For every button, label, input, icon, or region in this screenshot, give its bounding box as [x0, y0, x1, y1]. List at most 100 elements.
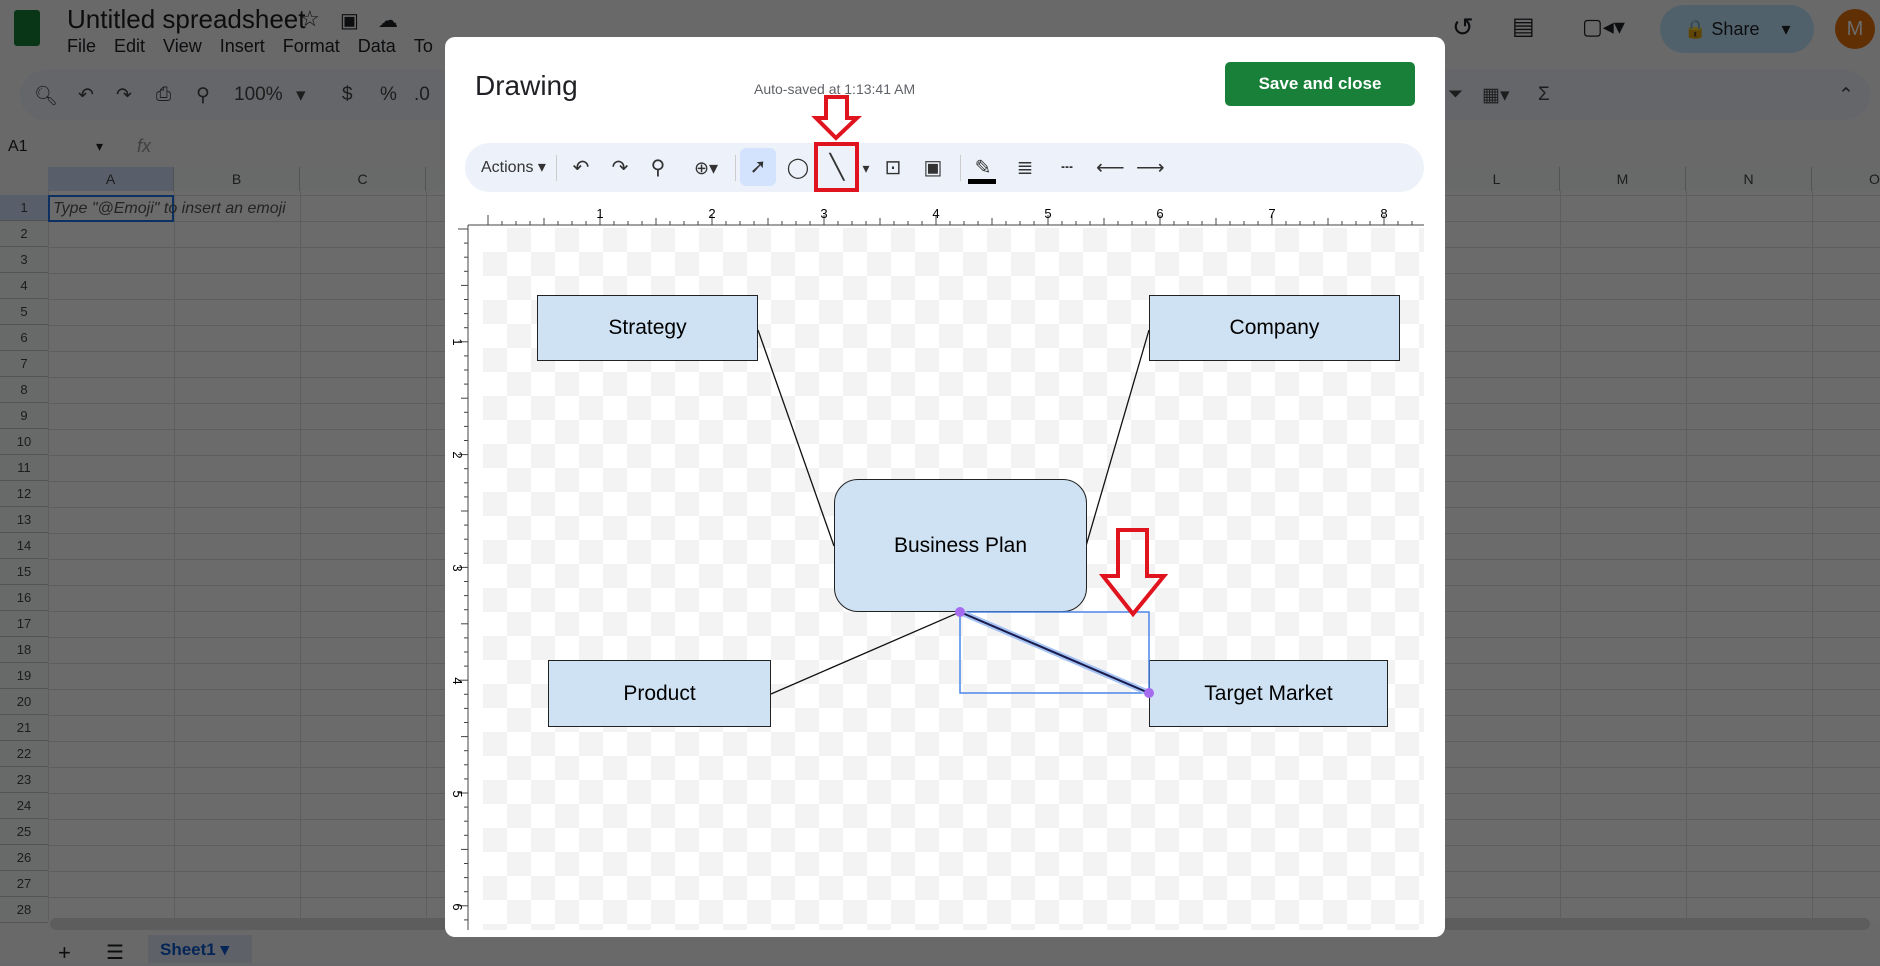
row-header[interactable]: 4	[0, 273, 48, 299]
cell-a1-hint: Type "@Emoji" to insert an emoji	[53, 200, 286, 217]
sheets-logo[interactable]	[14, 10, 40, 46]
row-header[interactable]: 28	[0, 897, 48, 923]
autosave-status: Auto-saved at 1:13:41 AM	[754, 81, 916, 97]
row-header[interactable]: 17	[0, 611, 48, 637]
row-header[interactable]: 24	[0, 793, 48, 819]
document-title[interactable]: Untitled spreadsheet	[67, 4, 305, 35]
percent-button[interactable]: %	[380, 84, 397, 106]
row-header[interactable]: 6	[0, 325, 48, 351]
actions-menu[interactable]: Actions ▾	[481, 155, 546, 181]
menu-insert[interactable]: Insert	[220, 36, 265, 57]
column-header[interactable]: O	[1812, 167, 1880, 191]
share-dropdown-icon[interactable]: ▾	[1781, 19, 1790, 40]
undo-icon[interactable]: ↶	[78, 84, 94, 107]
row-header[interactable]: 2	[0, 221, 48, 247]
row-header[interactable]: 12	[0, 481, 48, 507]
version-history-icon[interactable]: ↺	[1452, 12, 1474, 43]
sheet-tab[interactable]: Sheet1 ▾	[148, 935, 252, 963]
row-header[interactable]: 10	[0, 429, 48, 455]
paint-format-icon[interactable]: ⚲	[196, 84, 210, 107]
row-header[interactable]: 9	[0, 403, 48, 429]
paint-format-icon[interactable]: ⚲	[647, 155, 669, 181]
row-header[interactable]: 27	[0, 871, 48, 897]
row-header[interactable]: 15	[0, 559, 48, 585]
avatar[interactable]: M	[1835, 9, 1875, 49]
line-start-icon[interactable]: ⟵	[1096, 155, 1125, 181]
ruler-top-label: 4	[932, 206, 939, 221]
menu-format[interactable]: Format	[283, 36, 340, 57]
menu-edit[interactable]: Edit	[114, 36, 145, 57]
shape-strategy[interactable]: Strategy	[537, 295, 758, 361]
functions-table-icon[interactable]: ▦▾	[1482, 84, 1510, 107]
column-header[interactable]: L	[1434, 167, 1560, 191]
menu-data[interactable]: Data	[358, 36, 396, 57]
share-label: Share	[1711, 18, 1760, 39]
move-folder-icon[interactable]: ▣	[340, 8, 359, 33]
menu-file[interactable]: File	[67, 36, 96, 57]
line-icon[interactable]: ╲	[822, 155, 852, 181]
row-header[interactable]: 19	[0, 663, 48, 689]
cell-reference[interactable]: A1	[8, 138, 28, 156]
star-icon[interactable]: ☆	[300, 6, 320, 32]
zoom-caret-icon[interactable]: ▾	[296, 84, 306, 107]
row-header[interactable]: 14	[0, 533, 48, 559]
column-header[interactable]: C	[300, 167, 426, 191]
comments-icon[interactable]: ▤	[1512, 12, 1535, 41]
row-header[interactable]: 13	[0, 507, 48, 533]
row-header[interactable]: 5	[0, 299, 48, 325]
actions-label: Actions	[481, 159, 534, 176]
all-sheets-icon[interactable]: ☰	[106, 940, 124, 965]
cloud-status-icon[interactable]: ☁	[378, 8, 398, 33]
row-header[interactable]: 22	[0, 741, 48, 767]
share-button[interactable]: 🔒 Share ▾	[1660, 5, 1814, 53]
line-dash-icon[interactable]: ┄	[1054, 155, 1080, 181]
divider	[735, 155, 736, 181]
zoom-select[interactable]: 100%	[234, 84, 283, 106]
save-and-close-button[interactable]: Save and close	[1225, 62, 1415, 106]
row-header[interactable]: 21	[0, 715, 48, 741]
add-sheet-icon[interactable]: +	[58, 940, 71, 966]
cell-ref-dropdown-icon[interactable]: ▾	[96, 138, 103, 155]
collapse-toolbar-icon[interactable]: ⌃	[1838, 84, 1854, 107]
zoom-icon[interactable]: ⊕▾	[686, 155, 726, 181]
row-header[interactable]: 20	[0, 689, 48, 715]
row-header[interactable]: 3	[0, 247, 48, 273]
row-header[interactable]: 26	[0, 845, 48, 871]
line-weight-icon[interactable]: ≣	[1012, 155, 1038, 181]
line-caret-icon[interactable]: ▾	[858, 155, 874, 181]
print-icon[interactable]: ⎙	[156, 84, 171, 106]
shape-product[interactable]: Product	[548, 660, 771, 727]
row-header[interactable]: 23	[0, 767, 48, 793]
line-end-icon[interactable]: ⟶	[1136, 155, 1165, 181]
shape-company[interactable]: Company	[1149, 295, 1400, 361]
column-header[interactable]: N	[1686, 167, 1812, 191]
row-header[interactable]: 25	[0, 819, 48, 845]
line-color-icon[interactable]: ✎	[970, 155, 996, 181]
row-header[interactable]: 7	[0, 351, 48, 377]
redo-icon[interactable]: ↷	[116, 84, 132, 107]
filter-icon[interactable]: ⏷	[1448, 84, 1463, 106]
sum-icon[interactable]: Σ	[1538, 84, 1550, 106]
image-icon[interactable]: ▣	[920, 155, 946, 181]
decrease-decimal-button[interactable]: .0	[414, 84, 430, 106]
column-header[interactable]: M	[1560, 167, 1686, 191]
meet-icon[interactable]: ▢◂▾	[1582, 14, 1625, 40]
column-header[interactable]: B	[174, 167, 300, 191]
menu-view[interactable]: View	[163, 36, 202, 57]
column-header[interactable]: A	[48, 167, 174, 191]
text-box-icon[interactable]: ⊡	[880, 155, 906, 181]
row-header[interactable]: 1	[0, 195, 48, 221]
row-header[interactable]: 16	[0, 585, 48, 611]
select-icon[interactable]: ➚	[740, 148, 776, 186]
search-icon[interactable]: 🔍︎	[34, 84, 58, 108]
row-header[interactable]: 8	[0, 377, 48, 403]
row-header[interactable]: 18	[0, 637, 48, 663]
shape-icon[interactable]: ◯	[785, 155, 811, 181]
shape-target-market[interactable]: Target Market	[1149, 660, 1388, 727]
menu-tools[interactable]: To	[414, 36, 433, 57]
currency-button[interactable]: $	[342, 84, 353, 106]
undo-icon[interactable]: ↶	[570, 155, 592, 181]
redo-icon[interactable]: ↷	[609, 155, 631, 181]
row-header[interactable]: 11	[0, 455, 48, 481]
shape-business-plan[interactable]: Business Plan	[834, 479, 1087, 612]
